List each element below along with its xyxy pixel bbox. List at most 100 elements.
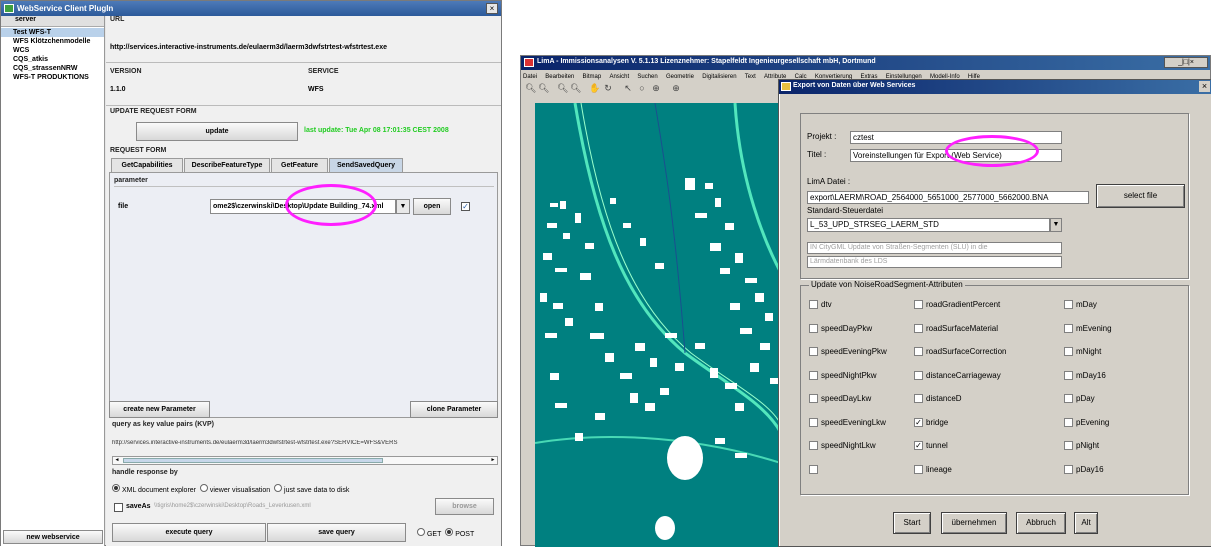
pan-icon[interactable]: ✋ [589,83,600,93]
measure-icon[interactable]: ⊕ [671,83,681,93]
attribute-checkbox[interactable]: roadSurfaceCorrection [914,347,1006,357]
checkbox-box[interactable] [1064,347,1073,357]
checkbox-box[interactable]: ✓ [914,417,923,427]
checkbox-box[interactable] [914,300,923,310]
attribute-checkbox[interactable]: lineage [914,465,952,474]
checkbox-box[interactable] [809,300,818,310]
close-icon[interactable]: × [1199,81,1210,92]
menu-item[interactable]: Bitmap [583,74,602,80]
menu-item[interactable]: Suchen [637,74,657,80]
uebernehmen-button[interactable]: übernehmen [941,512,1007,534]
abbruch-button[interactable]: Abbruch [1016,512,1066,534]
attribute-checkbox[interactable]: speedNightLkw [809,441,876,451]
alt-button[interactable]: Alt [1074,512,1098,534]
close-icon[interactable]: × [486,3,498,14]
zoom-out-icon[interactable]: 🔍︎ [538,83,549,93]
clone-parameter-button[interactable]: clone Parameter [410,401,498,418]
menu-item[interactable]: Geometrie [666,74,694,80]
select-file-button[interactable]: select file [1096,184,1185,208]
radio-get[interactable] [417,528,425,536]
tab-sendsavedquery[interactable]: SendSavedQuery [329,158,403,172]
chevron-down-icon[interactable]: ▼ [1050,218,1062,232]
select-icon[interactable]: ↖ [623,83,633,93]
start-button[interactable]: Start [893,512,931,534]
checkbox-box[interactable] [914,394,923,404]
attribute-checkbox[interactable]: roadSurfaceMaterial [914,324,998,333]
checkbox-box[interactable] [1064,300,1073,310]
attribute-checkbox[interactable]: mDay16 [1064,371,1106,380]
sidebar-item[interactable]: CQS_atkis [1,55,104,64]
checkbox-box[interactable] [809,323,818,333]
tab-getfeature[interactable]: GetFeature [271,158,328,172]
attribute-checkbox[interactable]: speedEveningLkw [809,418,886,427]
sidebar-item[interactable]: WFS-T PRODUKTIONS [1,73,104,82]
checkbox-box[interactable] [914,370,923,380]
update-button[interactable]: update [136,122,298,141]
checkbox-box[interactable] [914,347,923,357]
window-controls[interactable]: _|□|× [1164,57,1208,68]
attribute-checkbox[interactable]: ✓ tunnel [914,441,948,451]
zoom-window-icon[interactable]: 🔍︎ [557,83,568,93]
menu-item[interactable]: Text [745,74,756,80]
open-button[interactable]: open [413,198,451,215]
checkbox-box[interactable] [1064,370,1073,380]
checkbox-box[interactable] [1064,417,1073,427]
attribute-checkbox[interactable]: pEvening [1064,418,1109,427]
attribute-checkbox[interactable]: distanceD [914,394,962,404]
attribute-checkbox[interactable]: ✓ bridge [914,418,948,427]
checkbox-box[interactable] [809,370,818,380]
scroll-right-icon[interactable]: ► [489,457,497,464]
scroll-thumb[interactable] [123,458,383,463]
checkbox-box[interactable] [914,323,923,333]
zoom-in-icon[interactable]: 🔍︎ [525,83,536,93]
refresh-icon[interactable]: ↻ [603,83,613,93]
scroll-left-icon[interactable]: ◄ [113,457,121,464]
parameter-checkbox[interactable]: ✓ [461,202,470,211]
menu-item[interactable]: Datei [523,74,537,80]
menu-item[interactable]: Bearbeiten [545,74,574,80]
attribute-checkbox[interactable] [809,464,821,474]
attribute-checkbox[interactable]: speedNightPkw [809,371,877,380]
checkbox-box[interactable] [1064,323,1073,333]
checkbox-box[interactable] [809,441,818,451]
save-query-button[interactable]: save query [267,523,406,542]
sidebar-item[interactable]: WCS [1,46,104,55]
lima-datei-input[interactable]: export\LAERM\ROAD_2564000_5651000_257700… [807,191,1089,204]
radio-viewer[interactable] [199,484,208,492]
point-icon[interactable]: ○ [637,83,647,93]
steuerdatei-select[interactable]: L_53_UPD_STRSEG_LAERM_STD [807,218,1050,232]
attribute-checkbox[interactable]: pDay16 [1064,465,1104,474]
attribute-checkbox[interactable]: mEvening [1064,324,1112,333]
tab-describefeaturetype[interactable]: DescribeFeatureType [184,158,270,172]
checkbox-box[interactable]: ✓ [914,441,923,451]
create-parameter-button[interactable]: create new Parameter [109,401,210,418]
attribute-checkbox[interactable]: pDay [1064,394,1095,404]
execute-query-button[interactable]: execute query [112,523,266,542]
tab-getcapabilities[interactable]: GetCapabilities [111,158,183,172]
kvp-scrollbar[interactable]: ◄ ► [112,456,498,465]
sidebar-item[interactable]: Test WFS-T [1,28,104,37]
radio-xml-explorer[interactable] [112,484,120,492]
sidebar-item[interactable]: WFS Klötzchenmodelle [1,37,104,46]
map-view[interactable] [535,103,781,547]
checkbox-box[interactable] [914,464,923,474]
checkbox-box[interactable] [809,417,818,427]
menu-item[interactable]: Ansicht [609,74,629,80]
new-webservice-button[interactable]: new webservice [3,530,103,544]
attribute-checkbox[interactable]: pNight [1064,441,1099,451]
checkbox-box[interactable] [1064,441,1073,451]
sidebar-item[interactable]: CQS_strassenNRW [1,64,104,73]
attribute-checkbox[interactable]: speedDayLkw [809,394,871,404]
radio-post[interactable] [445,528,454,536]
attribute-checkbox[interactable]: dtv [809,300,832,310]
chevron-down-icon[interactable]: ▼ [396,199,410,214]
attribute-checkbox[interactable]: mDay [1064,300,1097,310]
attribute-checkbox[interactable]: speedDayPkw [809,324,872,333]
attribute-checkbox[interactable]: roadGradientPercent [914,300,1000,310]
radio-save-disk[interactable] [274,484,283,492]
menu-item[interactable]: Digitalisieren [702,74,736,80]
attribute-checkbox[interactable]: distanceCarriageway [914,371,1001,380]
checkbox-box[interactable] [1064,394,1073,404]
checkbox-box[interactable] [1064,464,1073,474]
checkbox-box[interactable] [809,464,818,474]
